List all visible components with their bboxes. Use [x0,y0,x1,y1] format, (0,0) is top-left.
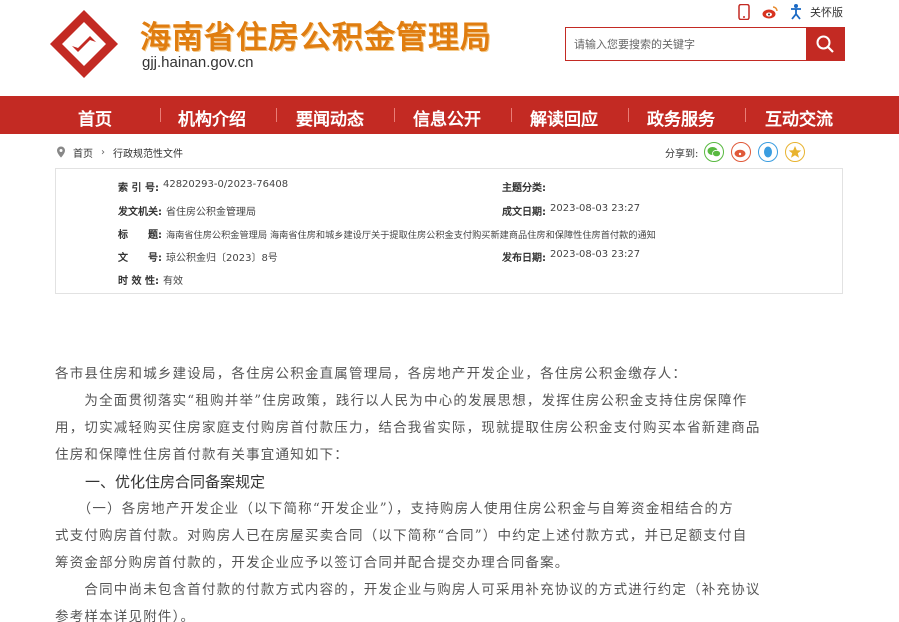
main-nav: 首页 机构介绍 要闻动态 信息公开 解读回应 政务服务 互动交流 [0,96,899,134]
breadcrumb-current[interactable]: 行政规范性文件 [113,145,183,160]
meta-title: 标 题: 海南省住房公积金管理局 海南省住房和城乡建设厅关于提取住房公积金支付购… [118,230,656,241]
paragraph-line: 合同中尚未包含首付款的付款方式内容的，开发企业与购房人可采用补充协议的方式进行约… [55,582,761,598]
weibo-share-icon[interactable] [731,142,752,162]
site-header: 海南省住房公积金管理局 gjj.hainan.gov.cn 关怀版 [0,0,899,96]
breadcrumb-home[interactable]: 首页 [73,145,93,160]
meta-index: 索 引 号: 42820293-0/2023-76408 [118,179,289,194]
meta-topic: 主题分类: [502,183,546,194]
site-title[interactable]: 海南省住房公积金管理局 [140,12,492,57]
intro-paragraph-line: 用，切实减轻购买住房家庭支付购房首付款压力，结合我省实际，现就提取住房公积金支付… [55,420,761,436]
paragraph-line: 参考样本详见附件）。 [55,609,196,622]
meta-created-date: 成文日期: 2023-08-03 23:27 [502,203,641,218]
search-icon [816,35,834,53]
nav-interaction[interactable]: 互动交流 [765,105,833,130]
intro-paragraph-line: 为全面贯彻落实“租购并举”住房政策，践行以人民为中心的发展思想，发挥住房公积金支… [55,393,748,409]
paragraph-line: 式支付购房首付款。对购房人已在房屋买卖合同（以下简称“合同”）中约定上述付款方式… [55,528,748,544]
nav-about[interactable]: 机构介绍 [178,105,246,130]
logo-icon[interactable] [48,8,120,80]
top-tools: 关怀版 [736,3,843,21]
qzone-star-icon[interactable] [785,142,806,162]
section-heading: 一、优化住房合同备案规定 [55,473,266,491]
meta-validity: 时 效 性: 有效 [118,276,183,287]
qq-icon[interactable] [758,142,779,162]
search-input[interactable] [566,28,806,60]
nav-divider [511,108,512,122]
nav-disclosure[interactable]: 信息公开 [413,105,481,130]
breadcrumb: 首页 › 行政规范性文件 分享到: [55,139,843,165]
weibo-icon[interactable] [762,4,778,20]
nav-divider [628,108,629,122]
wechat-icon[interactable] [704,142,725,162]
nav-home[interactable]: 首页 [78,105,112,130]
meta-doc-number: 文 号: 琼公积金归〔2023〕8号 [118,253,278,264]
nav-divider [160,108,161,122]
nav-divider [745,108,746,122]
meta-published-date: 发布日期: 2023-08-03 23:27 [502,249,641,264]
intro-paragraph-line: 住房和保障性住房首付款有关事宜通知如下： [55,447,349,463]
share-label: 分享到: [665,148,699,160]
search-box [565,27,845,61]
chevron-right-icon: › [101,146,105,158]
document-meta-table: 索 引 号: 42820293-0/2023-76408 主题分类: 发文机关:… [55,168,843,294]
paragraph-line: （一）各房地产开发企业（以下简称“开发企业”），支持购房人使用住房公积金与自筹资… [55,501,734,517]
nav-interpretation[interactable]: 解读回应 [530,105,598,130]
paragraph-line: 筹资金部分购房首付款的，开发企业应予以签订合同并配合提交办理合同备案。 [55,555,570,571]
mobile-icon[interactable] [736,4,752,20]
nav-news[interactable]: 要闻动态 [296,105,364,130]
search-button[interactable] [806,28,844,60]
share-bar: 分享到: [665,139,812,165]
care-mode-link[interactable]: 关怀版 [810,4,843,20]
nav-divider [394,108,395,122]
meta-issuer: 发文机关: 省住房公积金管理局 [118,207,256,218]
nav-services[interactable]: 政务服务 [647,105,715,130]
salutation: 各市县住房和城乡建设局，各住房公积金直属管理局，各房地产开发企业，各住房公积金缴… [55,366,688,382]
accessibility-icon[interactable] [788,4,804,20]
nav-divider [276,108,277,122]
location-pin-icon [57,146,65,158]
article-body: 各市县住房和城乡建设局，各住房公积金直属管理局，各房地产开发企业，各住房公积金缴… [55,361,845,622]
site-domain: gjj.hainan.gov.cn [142,54,254,71]
